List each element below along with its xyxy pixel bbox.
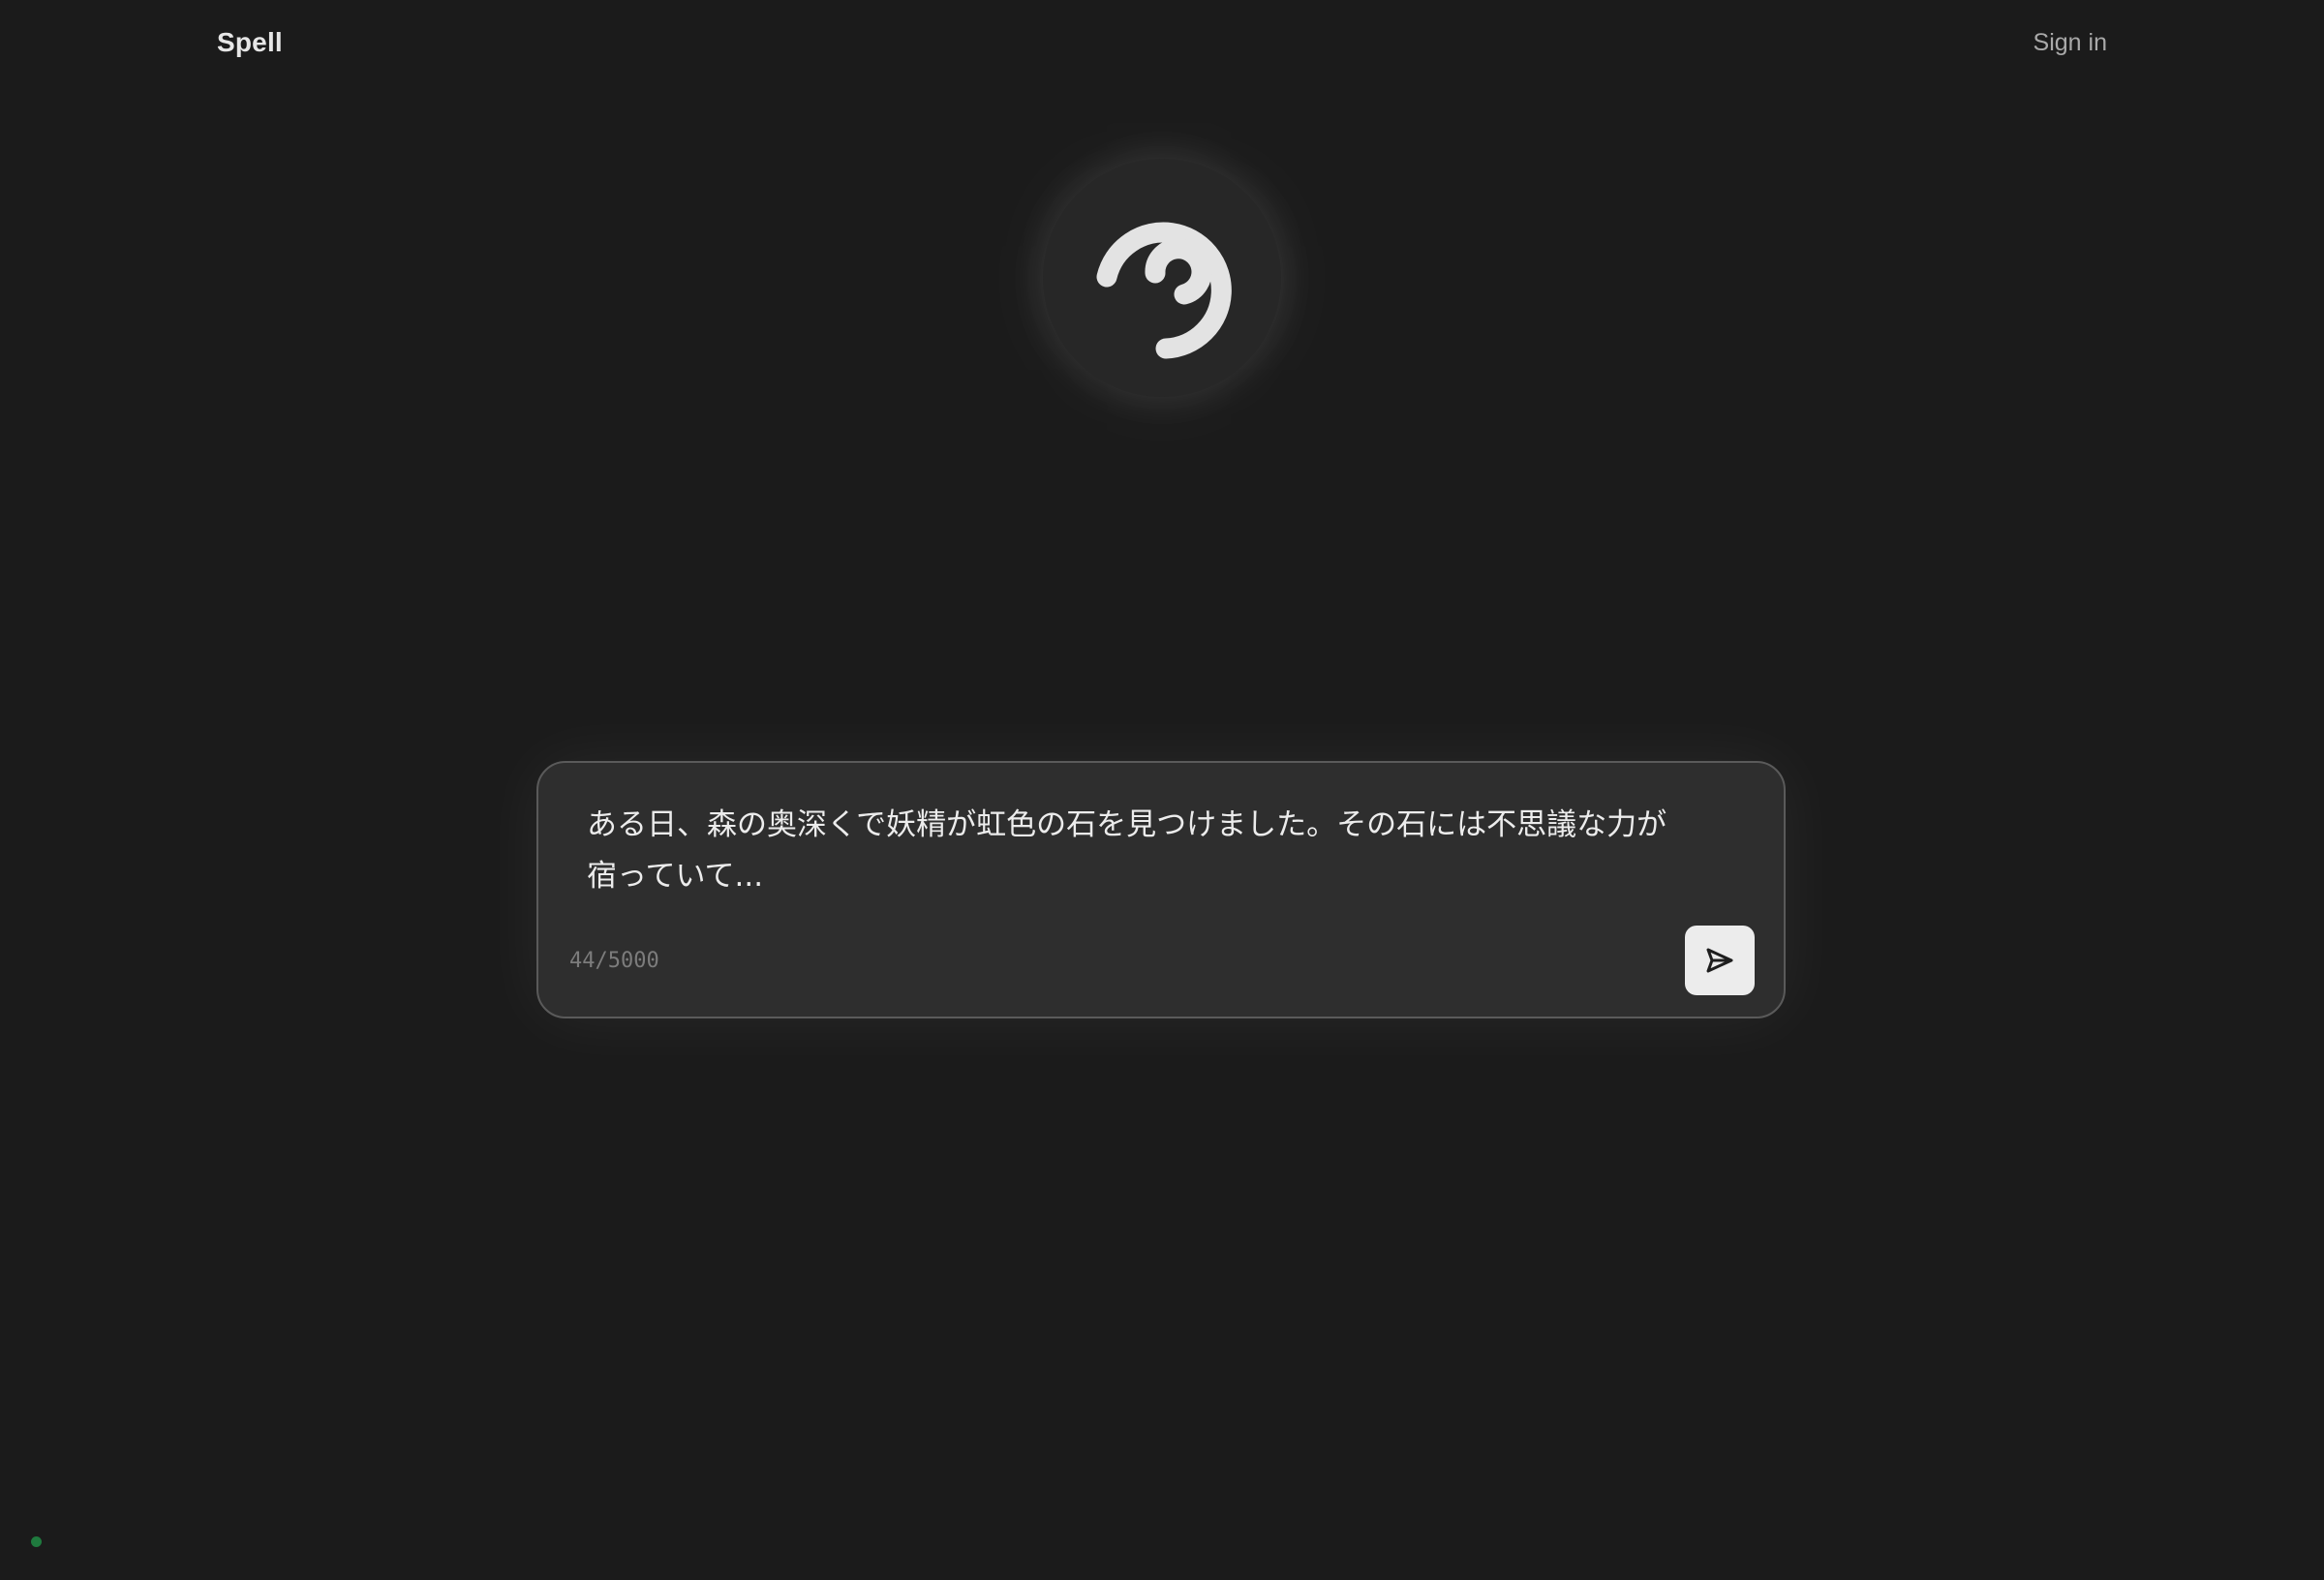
spiral-swirl-icon <box>1096 222 1232 359</box>
brand-logo-text[interactable]: Spell <box>217 27 283 58</box>
prompt-composer: ある日、森の奥深くで妖精が虹色の石を見つけました。その石には不思議な力が宿ってい… <box>536 761 1786 1018</box>
prompt-textarea[interactable]: ある日、森の奥深くで妖精が虹色の石を見つけました。その石には不思議な力が宿ってい… <box>587 800 1681 902</box>
sign-in-link[interactable]: Sign in <box>2034 29 2107 57</box>
send-arrow-icon <box>1706 948 1733 973</box>
spell-logo <box>1043 159 1281 397</box>
character-counter: 44/5000 <box>569 949 659 973</box>
top-bar: Spell Sign in <box>0 0 2324 93</box>
send-button[interactable] <box>1685 926 1755 995</box>
connection-status-dot <box>31 1536 42 1547</box>
